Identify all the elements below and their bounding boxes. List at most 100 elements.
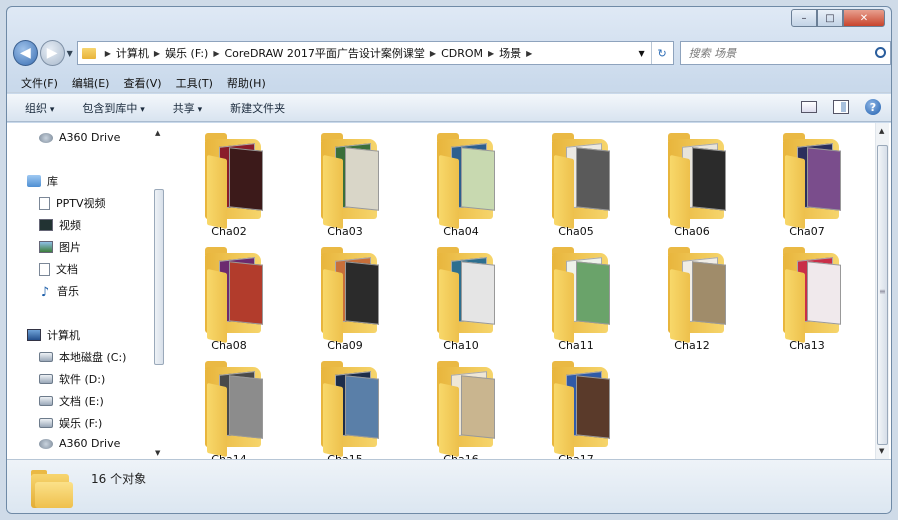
folder-item[interactable]: Cha08 (179, 245, 279, 355)
folder-item[interactable]: Cha09 (295, 245, 395, 355)
folder-preview-page (576, 147, 610, 211)
chevron-right-icon[interactable]: ▶ (430, 49, 436, 58)
folder-item[interactable]: Cha04 (411, 131, 511, 241)
chevron-right-icon[interactable]: ▶ (488, 49, 494, 58)
scroll-up-icon[interactable]: ▲ (155, 129, 160, 137)
recent-pages-dropdown[interactable]: ▼ (67, 49, 73, 58)
folder-item[interactable]: Cha13 (757, 245, 857, 355)
chevron-right-icon[interactable]: ▶ (213, 49, 219, 58)
search-icon[interactable] (875, 47, 886, 58)
folder-preview-page (807, 147, 841, 211)
nav-item[interactable]: 本地磁盘 (C:) (39, 349, 126, 365)
address-dropdown-button[interactable]: ▼ (633, 49, 651, 58)
scroll-grip-icon: ≡ (879, 287, 886, 296)
folder-preview-page (692, 261, 726, 325)
nav-item-label: 娱乐 (F:) (59, 417, 103, 430)
nav-item[interactable]: 图片 (39, 239, 81, 255)
content-scrollbar[interactable]: ▲ ≡ ▼ (875, 123, 889, 459)
nav-scrollbar[interactable]: ▲ ▼ (153, 129, 165, 459)
nav-item[interactable]: 娱乐 (F:) (39, 415, 102, 431)
scroll-down-icon[interactable]: ▼ (879, 447, 884, 455)
include-in-library-button[interactable]: 包含到库中 (82, 100, 144, 116)
folder-content-area: Cha02 Cha03 Cha04 Cha05 Cha06 Cha07 Cha08 Cha09… (169, 123, 881, 466)
nav-item[interactable]: PPTV视频 (39, 195, 106, 211)
nav-scroll-thumb[interactable] (154, 189, 164, 365)
back-button[interactable]: ◀ (13, 40, 38, 66)
folder-item[interactable]: Cha06 (642, 131, 742, 241)
nav-item-label: 视频 (59, 219, 81, 232)
breadcrumb-computer[interactable]: 计算机 (116, 45, 149, 61)
folder-item[interactable]: Cha12 (642, 245, 742, 355)
breadcrumb-coredraw[interactable]: CoreDRAW 2017平面广告设计案例课堂 (224, 45, 424, 61)
explorer-body: A360 Drive 库 PPTV视频 视频图片文档 ♪ 音乐计算机本地磁盘 (C:) 软件… (7, 123, 891, 466)
menu-help[interactable]: 帮助(H) (227, 75, 266, 91)
nav-item-label: 软件 (D:) (59, 373, 106, 386)
folder-item[interactable]: Cha10 (411, 245, 511, 355)
drive-icon (39, 374, 53, 384)
folder-icon (439, 382, 459, 458)
folder-label: Cha12 (674, 339, 710, 352)
folder-icon (439, 154, 459, 230)
library-icon (27, 175, 41, 187)
nav-item[interactable]: 库 (27, 173, 58, 189)
nav-item[interactable]: A360 Drive (39, 437, 120, 450)
nav-item[interactable]: A360 Drive (39, 131, 120, 144)
folder-item[interactable]: Cha05 (526, 131, 626, 241)
breadcrumb: ▶ 计算机 ▶ 娱乐 (F:) ▶ CoreDRAW 2017平面广告设计案例课… (100, 45, 538, 61)
breadcrumb-scenes[interactable]: 场景 (499, 45, 521, 61)
chevron-right-icon[interactable]: ▶ (154, 49, 160, 58)
share-button[interactable]: 共享 (173, 100, 202, 116)
folder-item[interactable]: Cha11 (526, 245, 626, 355)
address-row: ◀ ▶ ▼ ▶ 计算机 ▶ 娱乐 (F:) ▶ CoreDRAW 2017平面广… (7, 37, 891, 69)
organize-button[interactable]: 组织 (25, 100, 54, 116)
folder-preview-page (807, 261, 841, 325)
chevron-right-icon[interactable]: ▶ (526, 49, 532, 58)
close-button[interactable]: ✕ (843, 9, 885, 27)
folder-item[interactable]: Cha03 (295, 131, 395, 241)
minimize-button[interactable]: – (791, 9, 817, 27)
new-folder-button[interactable]: 新建文件夹 (230, 100, 285, 116)
menu-tools[interactable]: 工具(T) (176, 75, 213, 91)
nav-item[interactable]: 计算机 (27, 327, 80, 343)
folder-preview-page (345, 375, 379, 439)
folder-item[interactable]: Cha17 (526, 359, 626, 469)
nav-item[interactable]: ♪ 音乐 (39, 283, 79, 300)
menu-file[interactable]: 文件(F) (21, 75, 58, 91)
breadcrumb-drive-f[interactable]: 娱乐 (F:) (165, 45, 208, 61)
change-view-icon[interactable] (801, 101, 817, 113)
music-icon: ♪ (40, 285, 50, 300)
nav-item[interactable]: 文档 (39, 261, 78, 277)
nav-item[interactable]: 软件 (D:) (39, 371, 105, 387)
folder-item[interactable]: Cha14 (179, 359, 279, 469)
folder-preview-page (576, 261, 610, 325)
address-bar[interactable]: ▶ 计算机 ▶ 娱乐 (F:) ▶ CoreDRAW 2017平面广告设计案例课… (76, 41, 674, 65)
breadcrumb-cdrom[interactable]: CDROM (441, 47, 483, 60)
search-input[interactable]: 搜索 场景 (679, 41, 891, 65)
folder-item[interactable]: Cha02 (179, 131, 279, 241)
folder-icon (670, 268, 690, 344)
folder-item[interactable]: Cha15 (295, 359, 395, 469)
folder-item[interactable]: Cha07 (757, 131, 857, 241)
nav-item-label: 文档 (E:) (59, 395, 104, 408)
folder-label: Cha07 (789, 225, 825, 238)
menu-view[interactable]: 查看(V) (123, 75, 161, 91)
nav-item-label: 本地磁盘 (C:) (59, 351, 127, 364)
folder-item[interactable]: Cha16 (411, 359, 511, 469)
folder-label: Cha10 (443, 339, 479, 352)
preview-pane-icon[interactable] (833, 100, 849, 114)
nav-item[interactable]: 视频 (39, 217, 81, 233)
help-icon[interactable]: ? (865, 99, 881, 115)
folder-label: Cha02 (211, 225, 247, 238)
chevron-right-icon[interactable]: ▶ (105, 49, 111, 58)
maximize-button[interactable]: □ (817, 9, 843, 27)
forward-button[interactable]: ▶ (39, 40, 65, 66)
folder-icon (554, 268, 574, 344)
folder-label: Cha05 (558, 225, 594, 238)
refresh-icon[interactable]: ↻ (650, 42, 673, 64)
scroll-up-icon[interactable]: ▲ (879, 127, 884, 135)
folder-label: Cha09 (327, 339, 363, 352)
scroll-down-icon[interactable]: ▼ (155, 449, 160, 457)
nav-item[interactable]: 文档 (E:) (39, 393, 104, 409)
picture-icon (39, 241, 53, 253)
menu-edit[interactable]: 编辑(E) (72, 75, 110, 91)
